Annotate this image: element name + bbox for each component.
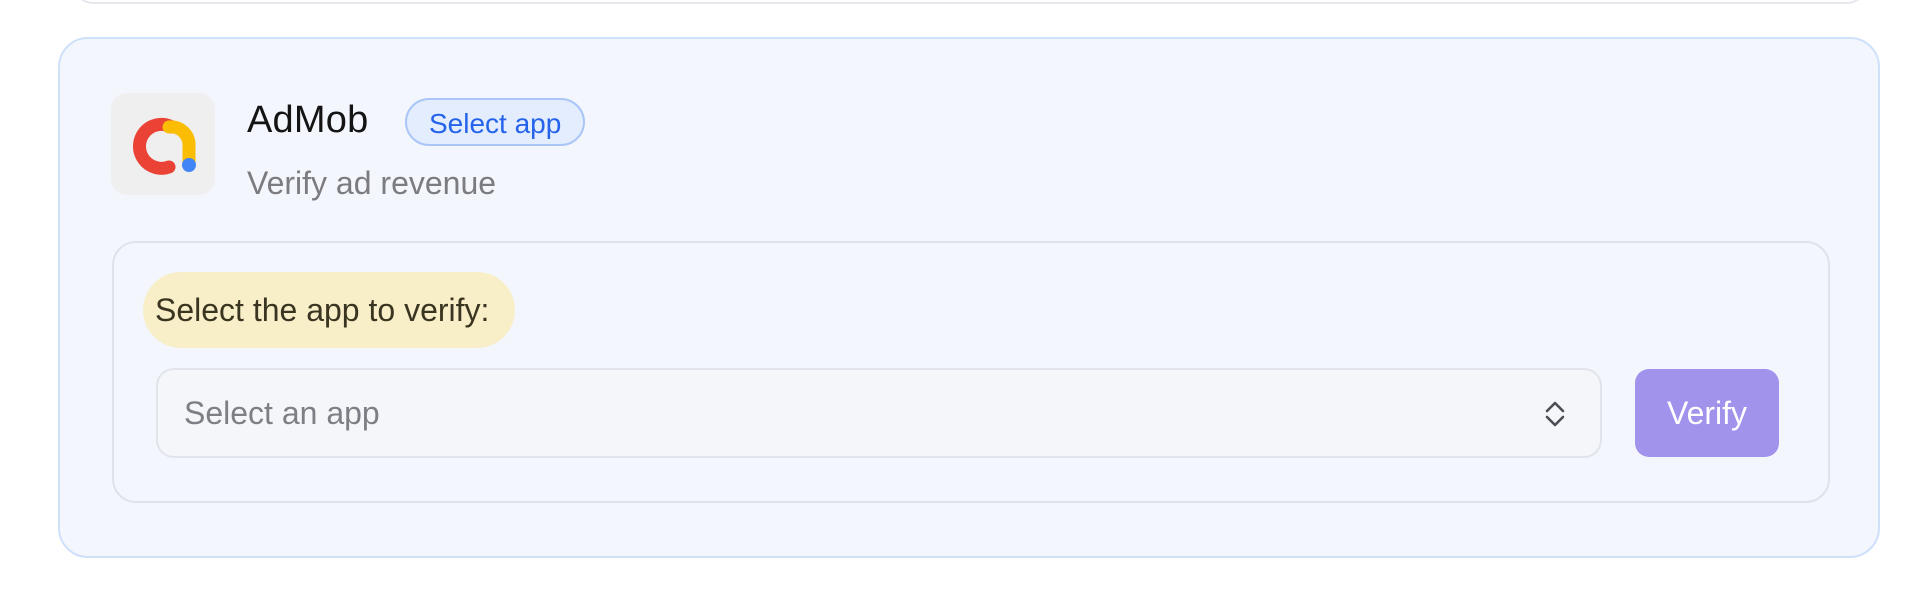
app-select-dropdown[interactable]: Select an app xyxy=(156,368,1602,458)
admob-integration-card: AdMob Select app Verify ad revenue Selec… xyxy=(58,37,1880,558)
verify-prompt: Select the app to verify: xyxy=(143,272,516,348)
page: AdMob Select app Verify ad revenue Selec… xyxy=(0,0,1920,601)
admob-logo xyxy=(111,93,215,195)
integration-title: AdMob xyxy=(247,99,369,141)
verify-button[interactable]: Verify xyxy=(1635,369,1779,457)
admob-logo-icon xyxy=(133,117,196,175)
select-arrows-icon xyxy=(1545,401,1565,427)
previous-card xyxy=(73,0,1867,4)
app-select-placeholder: Select an app xyxy=(184,395,380,431)
verification-panel: Select the app to verify: Select an app … xyxy=(112,241,1830,503)
integration-description: Verify ad revenue xyxy=(247,165,497,201)
status-badge: Select app xyxy=(405,98,586,146)
